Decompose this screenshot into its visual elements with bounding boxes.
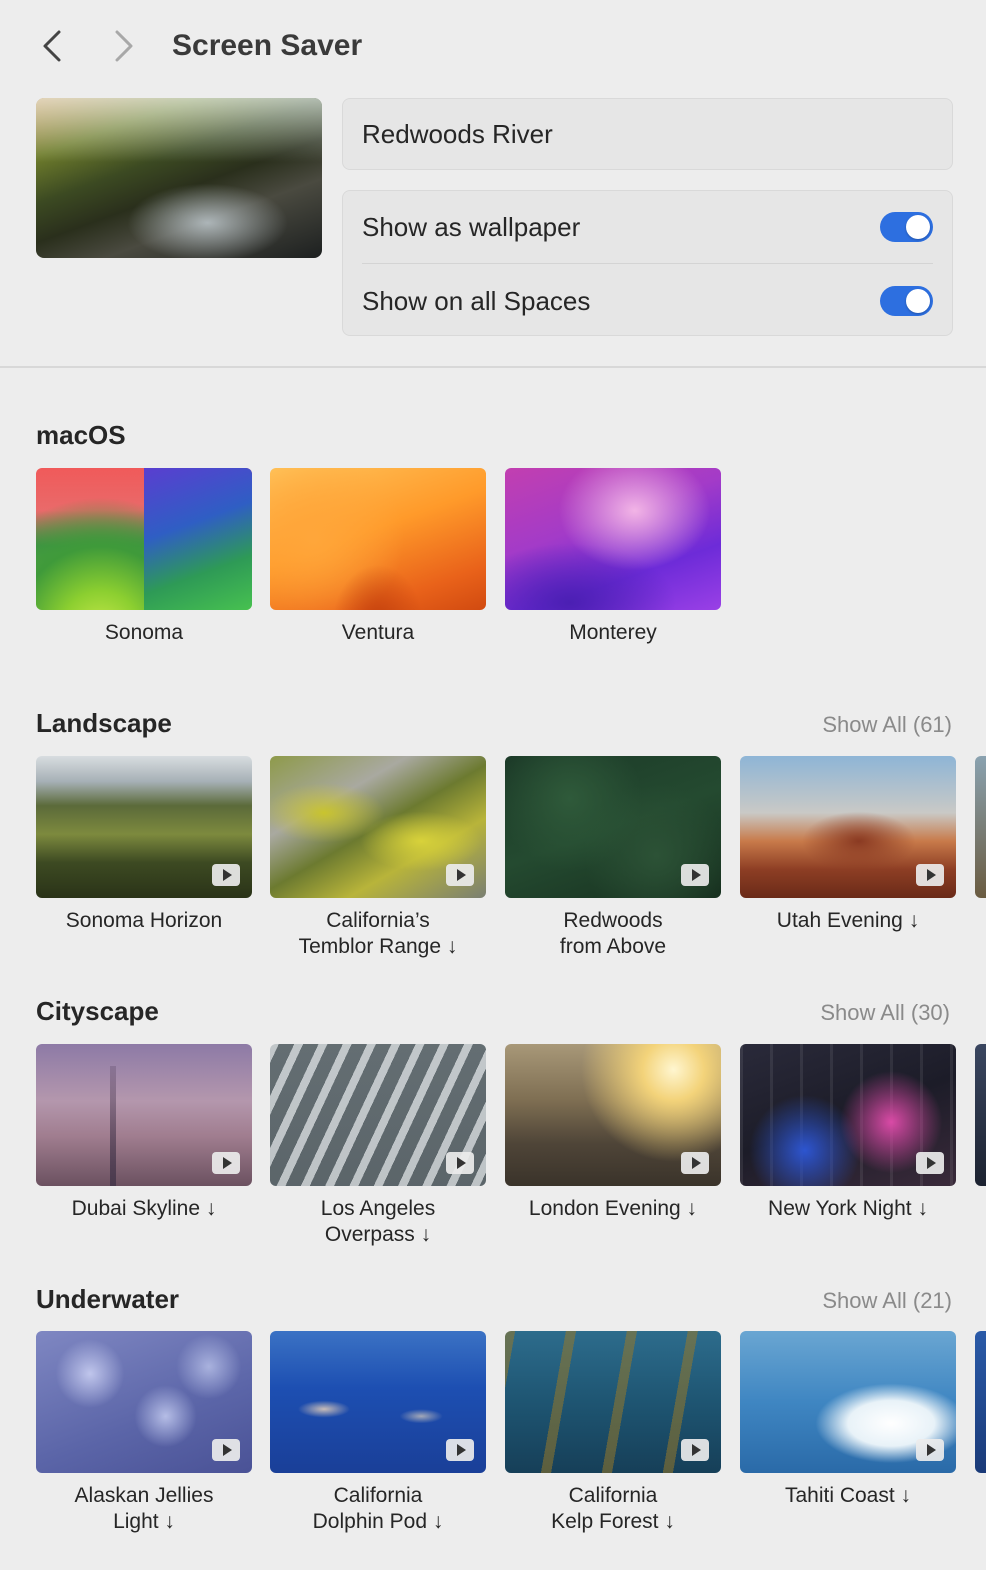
section-divider: [0, 366, 986, 368]
section-title-landscape: Landscape: [36, 708, 172, 738]
show-all-landscape-link[interactable]: Show All (61): [822, 712, 952, 738]
divider: [362, 263, 933, 264]
screensaver-tile-california-kelp-forest[interactable]: California Kelp Forest ↓: [505, 1331, 721, 1535]
thumbnail: [270, 1331, 486, 1473]
screensaver-tile-utah-evening[interactable]: Utah Evening ↓: [740, 756, 956, 934]
option-show-as-wallpaper: Show as wallpaper: [362, 191, 933, 263]
thumbnail: [505, 1044, 721, 1186]
play-icon: [446, 1439, 474, 1461]
screensaver-tile-tahiti-coast[interactable]: Tahiti Coast ↓: [740, 1331, 956, 1509]
next-tile-peek[interactable]: [975, 756, 986, 898]
tile-caption: New York Night ↓: [768, 1197, 928, 1220]
tile-caption: California Kelp Forest ↓: [551, 1484, 675, 1533]
screensaver-tile-dubai-skyline[interactable]: Dubai Skyline ↓: [36, 1044, 252, 1222]
tile-caption: Los Angeles Overpass ↓: [320, 1197, 436, 1246]
screensaver-tile-london-evening[interactable]: London Evening ↓: [505, 1044, 721, 1222]
tile-caption: Sonoma: [104, 621, 184, 644]
tile-caption: London Evening ↓: [528, 1197, 698, 1220]
option-label: Show as wallpaper: [362, 211, 581, 242]
screensaver-tile-california-dolphin-pod[interactable]: California Dolphin Pod ↓: [270, 1331, 486, 1535]
option-label: Show on all Spaces: [362, 285, 591, 316]
screensaver-tile-sonoma[interactable]: Sonoma: [36, 468, 252, 646]
play-icon: [446, 864, 474, 886]
play-icon: [916, 1152, 944, 1174]
option-show-on-all-spaces: Show on all Spaces: [362, 265, 933, 337]
thumbnail: [740, 1331, 956, 1473]
thumbnail: [270, 468, 486, 610]
thumbnail: [270, 756, 486, 898]
page-title: Screen Saver: [172, 29, 363, 62]
show-as-wallpaper-toggle[interactable]: [880, 212, 933, 242]
forward-button[interactable]: [106, 28, 142, 64]
thumbnail: [505, 1331, 721, 1473]
show-all-cityscape-link[interactable]: Show All (30): [820, 1000, 950, 1026]
thumbnail: [36, 1044, 252, 1186]
screensaver-tile-temblor-range[interactable]: California’s Temblor Range ↓: [270, 756, 486, 960]
toggle-knob: [906, 289, 930, 313]
screensaver-tile-los-angeles-overpass[interactable]: Los Angeles Overpass ↓: [270, 1044, 486, 1248]
screensaver-tile-redwoods-from-above[interactable]: Redwoods from Above: [505, 756, 721, 960]
chevron-right-icon: [115, 30, 133, 62]
section-title-cityscape: Cityscape: [36, 996, 159, 1026]
tile-caption: Dubai Skyline ↓: [71, 1197, 217, 1220]
thumbnail: [740, 1044, 956, 1186]
next-tile-peek[interactable]: [975, 1044, 986, 1186]
play-icon: [681, 1439, 709, 1461]
toggle-knob: [906, 215, 930, 239]
play-icon: [212, 864, 240, 886]
tile-caption: Sonoma Horizon: [65, 909, 223, 932]
thumbnail: [505, 468, 721, 610]
thumbnail: [740, 756, 956, 898]
section-title-macos: macOS: [36, 420, 126, 450]
tile-caption: Alaskan Jellies Light ↓: [74, 1484, 214, 1533]
play-icon: [446, 1152, 474, 1174]
tile-caption: California Dolphin Pod ↓: [312, 1484, 444, 1533]
chevron-left-icon: [43, 30, 61, 62]
screensaver-tile-sonoma-horizon[interactable]: Sonoma Horizon: [36, 756, 252, 934]
current-screensaver-preview: [36, 98, 322, 258]
show-all-underwater-link[interactable]: Show All (21): [822, 1288, 952, 1314]
play-icon: [212, 1439, 240, 1461]
tile-caption: Ventura: [341, 621, 415, 644]
play-icon: [681, 1152, 709, 1174]
screensaver-tile-new-york-night[interactable]: New York Night ↓: [740, 1044, 956, 1222]
thumbnail: [36, 468, 252, 610]
screensaver-tile-monterey[interactable]: Monterey: [505, 468, 721, 646]
tile-caption: Tahiti Coast ↓: [784, 1484, 912, 1507]
screensaver-tile-ventura[interactable]: Ventura: [270, 468, 486, 646]
play-icon: [212, 1152, 240, 1174]
show-on-all-spaces-toggle[interactable]: [880, 286, 933, 316]
thumbnail: [505, 756, 721, 898]
thumbnail: [36, 756, 252, 898]
options-group: Show as wallpaper Show on all Spaces: [342, 190, 953, 336]
thumbnail: [270, 1044, 486, 1186]
section-title-underwater: Underwater: [36, 1284, 180, 1314]
play-icon: [916, 1439, 944, 1461]
next-tile-peek[interactable]: [975, 1331, 986, 1473]
screensaver-tile-alaskan-jellies-light[interactable]: Alaskan Jellies Light ↓: [36, 1331, 252, 1535]
thumbnail: [36, 1331, 252, 1473]
play-icon: [916, 864, 944, 886]
play-icon: [681, 864, 709, 886]
tile-caption: Utah Evening ↓: [776, 909, 920, 932]
tile-caption: California’s Temblor Range ↓: [298, 909, 458, 958]
current-screensaver-name: Redwoods River: [342, 98, 953, 170]
tile-caption: Monterey: [569, 621, 657, 644]
tile-caption: Redwoods from Above: [559, 909, 667, 958]
back-button[interactable]: [34, 28, 70, 64]
